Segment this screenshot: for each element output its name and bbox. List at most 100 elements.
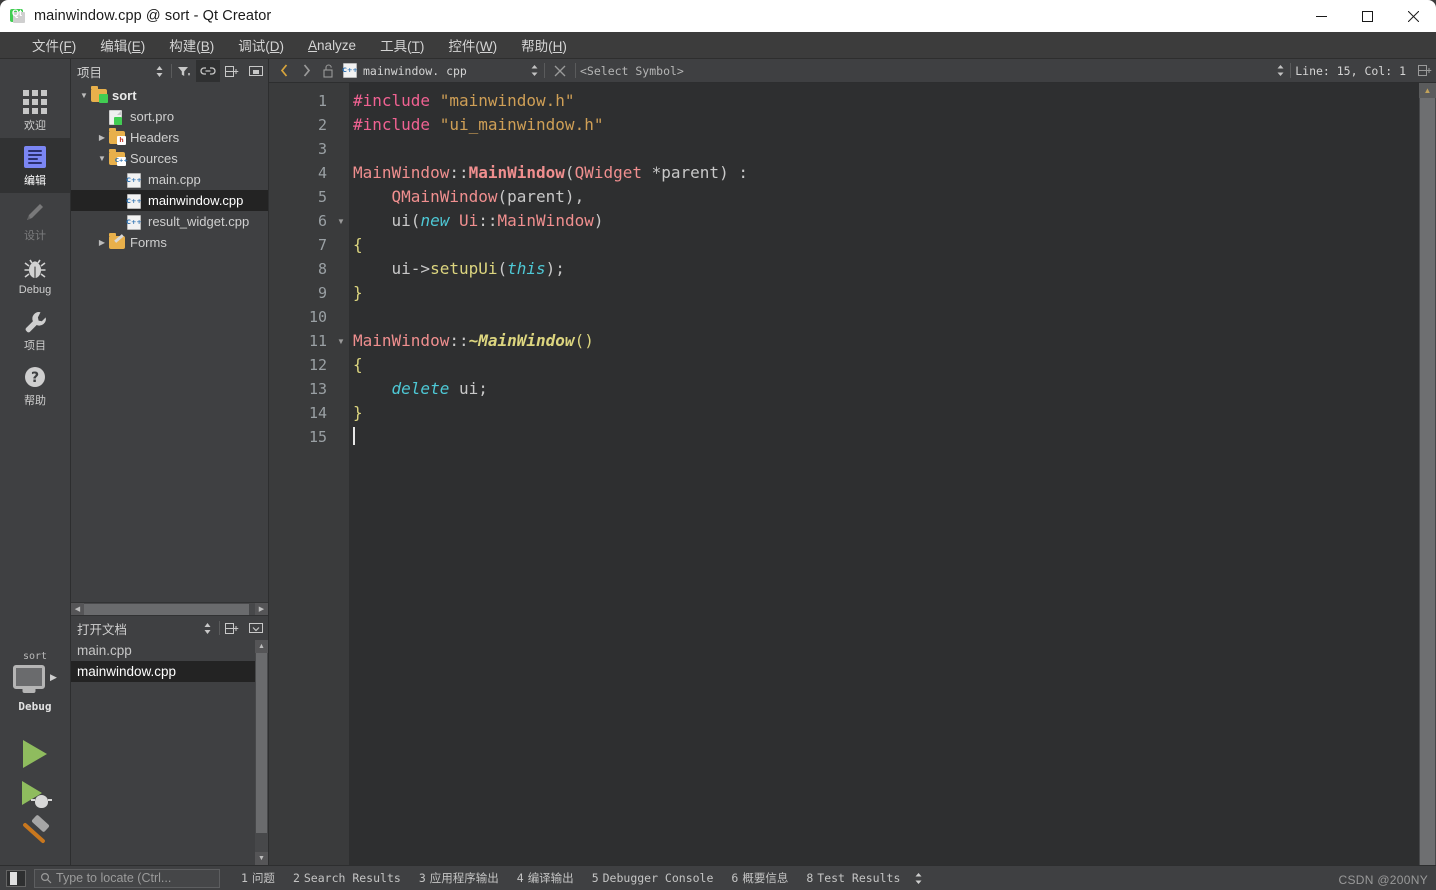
menu-analyze[interactable]: Analyze: [296, 35, 368, 56]
filter-icon[interactable]: [172, 60, 196, 82]
build-button[interactable]: [18, 814, 52, 847]
hide-sidebar-icon[interactable]: [244, 60, 268, 82]
mode-debug[interactable]: Debug: [0, 248, 70, 303]
code-line[interactable]: {: [353, 353, 1436, 377]
menu-help[interactable]: 帮助(H): [509, 32, 579, 58]
line-col-spinner[interactable]: [1275, 64, 1286, 77]
code-line[interactable]: [353, 137, 1436, 161]
code-text[interactable]: #include "mainwindow.h" #include "ui_main…: [349, 83, 1436, 865]
open-documents-list[interactable]: main.cpp mainwindow.cpp ▲ ▼: [71, 640, 268, 865]
tree-item-main-cpp[interactable]: C++ main.cpp: [71, 169, 268, 190]
tree-item-sort-pro[interactable]: sort.pro: [71, 106, 268, 127]
tree-item-result_widget-cpp[interactable]: C++ result_widget.cpp: [71, 211, 268, 232]
hscroll-track[interactable]: [84, 603, 255, 615]
menu-window[interactable]: 控件(W): [436, 32, 509, 58]
output-pane-test-results[interactable]: 8 Test Results: [797, 871, 909, 885]
tree-item-sources[interactable]: ▼ C++ Sources: [71, 148, 268, 169]
line-number: 8: [317, 260, 327, 278]
chevron-right-icon[interactable]: ▶: [95, 238, 109, 247]
sort-order-icon[interactable]: [195, 617, 219, 639]
fold-toggle-icon[interactable]: ▼: [333, 209, 349, 233]
code-line[interactable]: ui(new Ui::MainWindow): [353, 209, 1436, 233]
hide-panel-icon[interactable]: [244, 617, 268, 639]
mode-projects[interactable]: 项目: [0, 303, 70, 358]
minimize-button[interactable]: [1298, 0, 1344, 32]
editor-vscrollbar[interactable]: ▲: [1419, 83, 1436, 865]
scroll-up-icon[interactable]: ▲: [1419, 83, 1436, 98]
fold-toggle-icon[interactable]: ▼: [333, 329, 349, 353]
fold-markers[interactable]: ▼ ▼: [333, 83, 349, 865]
code-line[interactable]: {: [353, 233, 1436, 257]
open-document-item[interactable]: mainwindow.cpp: [71, 661, 268, 682]
split-add-icon[interactable]: [220, 617, 244, 639]
code-line[interactable]: MainWindow::MainWindow(QWidget *parent) …: [353, 161, 1436, 185]
output-pane-编译输出[interactable]: 4 编译输出: [508, 870, 583, 886]
mode-help[interactable]: ? 帮助: [0, 358, 70, 413]
code-line[interactable]: }: [353, 401, 1436, 425]
output-pane-search-results[interactable]: 2 Search Results: [284, 871, 410, 885]
code-line[interactable]: ui->setupUi(this);: [353, 257, 1436, 281]
scroll-left-icon[interactable]: ◀: [71, 602, 84, 616]
vscroll-thumb[interactable]: [256, 653, 267, 833]
close-button[interactable]: [1390, 0, 1436, 32]
project-tree[interactable]: ▼ sort sort.pro ▶ h Headers ▼ C++ Sources C++ main…: [71, 83, 268, 602]
tree-item-sort[interactable]: ▼ sort: [71, 85, 268, 106]
output-pane-spinner[interactable]: [913, 872, 924, 885]
code-line[interactable]: QMainWindow(parent),: [353, 185, 1436, 209]
menu-tools[interactable]: 工具(T): [368, 32, 436, 58]
code-line[interactable]: delete ui;: [353, 377, 1436, 401]
go-back-icon[interactable]: [273, 60, 295, 82]
output-pane-应用程序输出[interactable]: 3 应用程序输出: [410, 870, 508, 886]
code-line[interactable]: [353, 425, 1436, 449]
locator-input[interactable]: Type to locate (Ctrl...: [34, 868, 220, 888]
open-document-item[interactable]: main.cpp: [71, 640, 268, 661]
code-line[interactable]: #include "ui_mainwindow.h": [353, 113, 1436, 137]
split-add-icon[interactable]: [220, 60, 244, 82]
menu-build[interactable]: 构建(B): [157, 32, 226, 58]
code-line[interactable]: #include "mainwindow.h": [353, 89, 1436, 113]
menu-debug[interactable]: 调试(D): [226, 32, 296, 58]
code-line[interactable]: MainWindow::~MainWindow(): [353, 329, 1436, 353]
toggle-sidebar-button[interactable]: [6, 869, 26, 887]
menu-file[interactable]: 文件(F): [20, 32, 88, 58]
tree-item-mainwindow-cpp[interactable]: C++ mainwindow.cpp: [71, 190, 268, 211]
open-documents-vscrollbar[interactable]: ▲ ▼: [255, 640, 268, 865]
output-pane-debugger-console[interactable]: 5 Debugger Console: [583, 871, 723, 885]
go-forward-icon[interactable]: [295, 60, 317, 82]
scroll-right-icon[interactable]: ▶: [255, 602, 268, 616]
run-button[interactable]: [23, 740, 47, 768]
start-debugging-button[interactable]: [22, 781, 52, 808]
link-sync-icon[interactable]: [196, 60, 220, 82]
mode-welcome[interactable]: 欢迎: [0, 83, 70, 138]
chevron-down-icon[interactable]: ▼: [77, 91, 91, 100]
output-pane-问题[interactable]: 1 问题: [232, 870, 284, 886]
menu-edit[interactable]: 编辑(E): [88, 32, 157, 58]
scroll-up-icon[interactable]: ▲: [255, 640, 268, 653]
code-editor[interactable]: 1 2 3 4 5 6 7 8 9 10 11 12 13 14 15 ▼ ▼ #include "mainw…: [269, 83, 1436, 865]
mode-edit[interactable]: 编辑: [0, 138, 70, 193]
tree-item-forms[interactable]: ▶ Forms: [71, 232, 268, 253]
code-line[interactable]: [353, 305, 1436, 329]
scroll-down-icon[interactable]: ▼: [255, 852, 268, 865]
document-selector[interactable]: C++ mainwindow. cpp: [339, 60, 529, 82]
tree-item-headers[interactable]: ▶ h Headers: [71, 127, 268, 148]
symbol-selector[interactable]: <Select Symbol>: [580, 64, 1275, 78]
project-tree-hscrollbar[interactable]: ◀ ▶: [71, 602, 268, 616]
kit-selector[interactable]: sort ▶ Debug: [13, 651, 57, 713]
output-pane-number: 3: [418, 871, 426, 885]
mode-design[interactable]: 设计: [0, 193, 70, 248]
vscroll-thumb[interactable]: [1420, 98, 1435, 865]
document-selector-spinner[interactable]: [529, 64, 540, 77]
lock-open-icon[interactable]: [317, 60, 339, 82]
hscroll-thumb[interactable]: [84, 603, 249, 615]
close-document-icon[interactable]: [549, 60, 571, 82]
split-editor-icon[interactable]: [1414, 60, 1436, 82]
sort-order-icon[interactable]: [147, 60, 171, 82]
maximize-button[interactable]: [1344, 0, 1390, 32]
divider: [575, 63, 576, 78]
output-pane-概要信息[interactable]: 6 概要信息: [722, 870, 797, 886]
chevron-down-icon[interactable]: ▼: [95, 154, 109, 163]
chevron-right-icon[interactable]: ▶: [95, 133, 109, 142]
code-line[interactable]: }: [353, 281, 1436, 305]
